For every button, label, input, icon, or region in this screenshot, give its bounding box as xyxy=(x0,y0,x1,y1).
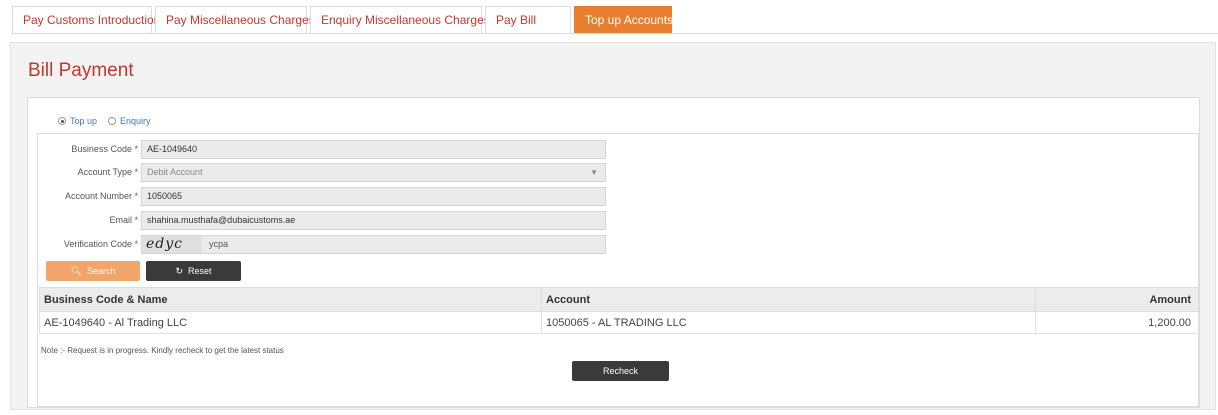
radio-label: Top up xyxy=(70,116,98,126)
tab-divider xyxy=(12,33,1218,34)
field-label: Account Type * xyxy=(77,167,138,177)
results-table: Business Code & Name Account Amount AE-1… xyxy=(39,287,1199,334)
column-header: Account xyxy=(541,287,1036,312)
status-note: Note :- Request is in progress. Kindly r… xyxy=(41,346,284,355)
captcha-image: edyc xyxy=(142,235,202,253)
table-header-row: Business Code & Name Account Amount xyxy=(39,287,1199,312)
column-header: Amount xyxy=(1035,287,1199,312)
radio-top-up[interactable]: Top up xyxy=(58,116,97,126)
mode-radio-group: Top up Enquiry xyxy=(58,116,162,126)
verification-code-field[interactable]: edyc ycpa xyxy=(141,234,606,254)
table-cell: AE-1049640 - Al Trading LLC xyxy=(39,311,542,334)
search-button-label: Search xyxy=(86,266,116,276)
tab-pay-bill[interactable]: Pay Bill xyxy=(485,6,571,34)
radio-button-icon[interactable] xyxy=(58,117,66,125)
tab-top-up-accounts[interactable]: Top up Accounts xyxy=(574,6,673,34)
tab-pay-customs-introduction[interactable]: Pay Customs Introduction xyxy=(12,6,160,34)
search-button[interactable]: 🔍︎ Search xyxy=(46,261,140,281)
field-label: Email * xyxy=(109,215,138,225)
account-type-row: Account Type * Debit Account ▼ xyxy=(38,162,606,182)
account-number-row: Account Number * 1050065 xyxy=(38,186,606,206)
reset-button[interactable]: ↻ Reset xyxy=(146,261,241,281)
business-code-field[interactable]: AE-1049640 xyxy=(141,139,606,159)
table-cell: 1050065 - AL TRADING LLC xyxy=(541,311,1036,334)
field-label: Account Number * xyxy=(64,191,138,201)
form-container: Top up Enquiry Business Code * AE-104964… xyxy=(27,97,1200,408)
captcha-input-value[interactable]: ycpa xyxy=(209,236,228,253)
radio-label: Enquiry xyxy=(120,116,151,126)
business-code-row: Business Code * AE-1049640 xyxy=(38,139,606,159)
top-up-form: Business Code * AE-1049640 Account Type … xyxy=(37,133,1199,407)
tab-bar: Pay Customs Introduction Pay Miscellaneo… xyxy=(12,6,675,34)
column-header: Business Code & Name xyxy=(39,287,542,312)
table-row[interactable]: AE-1049640 - Al Trading LLC 1050065 - AL… xyxy=(39,311,1199,334)
recheck-button[interactable]: Recheck xyxy=(572,361,669,381)
table-cell: 1,200.00 xyxy=(1035,311,1199,334)
verification-code-row: Verification Code * edyc ycpa xyxy=(38,234,606,254)
bill-payment-panel: Bill Payment Top up Enquiry Business Cod… xyxy=(10,42,1216,410)
refresh-icon: ↻ xyxy=(175,265,184,276)
radio-button-icon[interactable] xyxy=(108,117,117,125)
account-type-select[interactable]: Debit Account ▼ xyxy=(141,162,606,182)
radio-enquiry[interactable]: Enquiry xyxy=(108,116,151,126)
chevron-down-icon: ▼ xyxy=(590,167,598,177)
field-label: Business Code * xyxy=(71,144,138,154)
search-icon: 🔍︎ xyxy=(70,265,82,276)
reset-button-label: Reset xyxy=(188,266,212,276)
page-title: Bill Payment xyxy=(28,60,134,81)
email-row: Email * shahina.musthafa@dubaicustoms.ae xyxy=(38,210,606,230)
email-field[interactable]: shahina.musthafa@dubaicustoms.ae xyxy=(141,210,606,230)
field-label: Verification Code * xyxy=(63,239,138,249)
tab-pay-miscellaneous-charges[interactable]: Pay Miscellaneous Charges xyxy=(155,6,315,34)
account-number-field[interactable]: 1050065 xyxy=(141,186,606,206)
tab-enquiry-miscellaneous-charges[interactable]: Enquiry Miscellaneous Charges xyxy=(310,6,490,34)
